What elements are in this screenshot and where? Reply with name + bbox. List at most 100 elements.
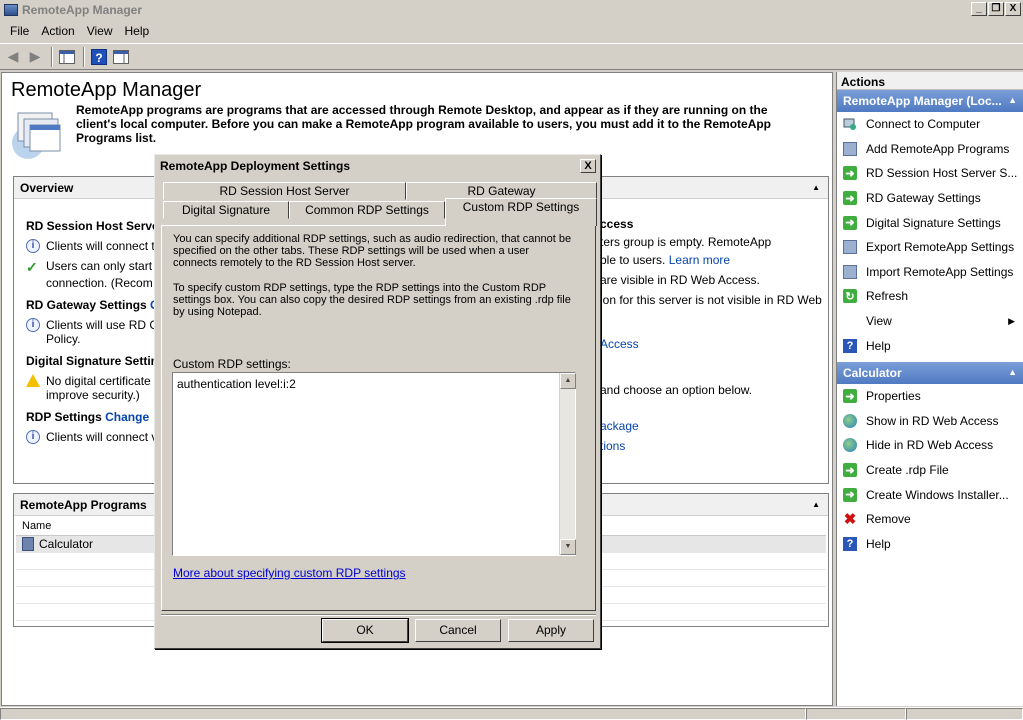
add-program-icon [843, 141, 857, 156]
collapse-icon[interactable]: ▲ [812, 183, 820, 192]
action-remove[interactable]: ✖ Remove [837, 507, 1023, 532]
export-icon [843, 240, 857, 255]
menu-file[interactable]: File [4, 22, 35, 40]
action-hide-in-rd-web-access[interactable]: Hide in RD Web Access [837, 433, 1023, 458]
dialog-title: RemoteApp Deployment Settings [160, 159, 351, 173]
blank-icon [843, 314, 857, 328]
dialog-separator [161, 614, 596, 616]
action-help-calculator[interactable]: ? Help [837, 532, 1023, 557]
status-segment [806, 708, 906, 720]
refresh-icon: ↻ [843, 289, 857, 304]
dialog-close-button[interactable]: X [580, 159, 596, 173]
overview-text: Clients will use RD G [46, 318, 156, 332]
menu-view[interactable]: View [81, 22, 119, 40]
collapse-icon[interactable]: ▲ [812, 500, 820, 509]
action-rd-session-host-settings[interactable]: ➜ RD Session Host Server S... [837, 161, 1023, 186]
overview-text: Users can only start l [46, 259, 156, 273]
ok-button[interactable]: OK [321, 618, 409, 643]
rdp-settings-change-link[interactable]: Change [105, 410, 149, 424]
actions-group-calculator[interactable]: Calculator ▲ [837, 361, 1023, 384]
rdp-settings-title: RDP Settings Change [26, 410, 150, 424]
overview-text: improve security.) [46, 388, 140, 402]
status-bar [0, 707, 1023, 720]
action-digital-signature-settings[interactable]: ➜ Digital Signature Settings [837, 210, 1023, 235]
window-title-bar: RemoteApp Manager _ ❐ X [0, 0, 1023, 19]
action-create-rdp-file[interactable]: ➜ Create .rdp File [837, 458, 1023, 483]
menu-bar: File Action View Help [0, 20, 1023, 42]
help-icon[interactable]: ? [89, 47, 109, 67]
package-link[interactable]: ackage [600, 417, 830, 435]
tab-rd-session-host-server[interactable]: RD Session Host Server [163, 182, 406, 200]
more-about-custom-rdp-link[interactable]: More about specifying custom RDP setting… [173, 566, 406, 580]
tab-common-rdp-settings[interactable]: Common RDP Settings [289, 201, 445, 219]
custom-rdp-instructions: To specify custom RDP settings, type the… [173, 282, 571, 318]
globe-icon [843, 413, 857, 428]
close-button[interactable]: X [1005, 2, 1021, 16]
menu-help[interactable]: Help [119, 22, 156, 40]
checkmark-icon: ✓ [26, 259, 38, 275]
overview-fragment: and choose an option below. [600, 383, 753, 397]
green-arrow-icon: ➜ [843, 389, 857, 404]
action-create-windows-installer[interactable]: ➜ Create Windows Installer... [837, 482, 1023, 507]
action-view[interactable]: View ▶ [837, 309, 1023, 334]
tab-digital-signature[interactable]: Digital Signature [163, 201, 289, 219]
action-add-remoteapp-programs[interactable]: Add RemoteApp Programs [837, 137, 1023, 162]
actions-pane: Actions RemoteApp Manager (Loc... ▲ Conne… [836, 72, 1023, 706]
overview-fragment: are visible in RD Web Access. [600, 273, 760, 287]
remove-icon: ✖ [843, 511, 857, 529]
overview-fragment: ters group is empty. RemoteApp [600, 235, 772, 249]
action-help[interactable]: ? Help [837, 333, 1023, 358]
custom-rdp-description: You can specify additional RDP settings,… [173, 233, 572, 269]
forward-icon[interactable]: ▶ [25, 47, 45, 67]
overview-fragment: ion for this server is not visible in RD… [600, 293, 822, 307]
app-icon [4, 3, 18, 16]
warning-icon [26, 374, 40, 387]
rd-web-access-link[interactable]: Access [600, 335, 830, 353]
learn-more-link[interactable]: Learn more [669, 253, 730, 267]
tab-custom-rdp-settings[interactable]: Custom RDP Settings [445, 198, 597, 226]
cancel-button[interactable]: Cancel [415, 619, 501, 642]
back-icon[interactable]: ◀ [3, 47, 23, 67]
overview-fragment: ble to users. [600, 253, 666, 267]
textarea-scrollbar[interactable]: ▲ ▼ [559, 373, 576, 555]
custom-rdp-field-label: Custom RDP settings: [173, 357, 291, 371]
action-export-settings[interactable]: Export RemoteApp Settings [837, 235, 1023, 260]
scroll-down-icon[interactable]: ▼ [560, 539, 576, 555]
action-refresh[interactable]: ↻ Refresh [837, 284, 1023, 309]
options-link[interactable]: tions [600, 437, 830, 455]
action-properties[interactable]: ➜ Properties [837, 384, 1023, 409]
actions-group-remoteapp-manager[interactable]: RemoteApp Manager (Loc... ▲ [837, 90, 1023, 112]
green-arrow-icon: ➜ [843, 487, 857, 502]
show-hide-tree-icon[interactable] [57, 47, 77, 67]
help-icon: ? [843, 536, 857, 551]
menu-action[interactable]: Action [35, 22, 80, 40]
rd-gateway-title: RD Gateway Settings C [26, 298, 156, 312]
apply-button[interactable]: Apply [508, 619, 594, 642]
intro-text: RemoteApp programs are programs that are… [76, 103, 772, 145]
info-icon: i [26, 318, 40, 332]
green-arrow-icon: ➜ [843, 215, 857, 230]
overview-text: connection. (Recom [46, 276, 153, 290]
connect-computer-icon [843, 117, 857, 131]
scroll-up-icon[interactable]: ▲ [560, 373, 576, 389]
overview-fragment: ccess [600, 217, 634, 231]
collapse-icon[interactable]: ▲ [1008, 367, 1017, 377]
show-hide-action-pane-icon[interactable] [111, 47, 131, 67]
page-title: RemoteApp Manager [11, 79, 202, 101]
custom-rdp-tab-content: You can specify additional RDP settings,… [161, 225, 596, 611]
restore-button[interactable]: ❐ [988, 2, 1004, 16]
green-arrow-icon: ➜ [843, 166, 857, 181]
toolbar-separator [51, 46, 53, 67]
action-connect-to-computer[interactable]: Connect to Computer [837, 112, 1023, 137]
action-rd-gateway-settings[interactable]: ➜ RD Gateway Settings [837, 186, 1023, 211]
minimize-button[interactable]: _ [971, 2, 987, 16]
toolbar-separator [83, 46, 85, 67]
action-import-settings[interactable]: Import RemoteApp Settings [837, 260, 1023, 285]
action-show-in-rd-web-access[interactable]: Show in RD Web Access [837, 409, 1023, 434]
status-segment [906, 708, 1023, 720]
rd-session-host-title: RD Session Host Server [26, 219, 156, 233]
globe-icon [843, 438, 857, 453]
dialog-title-bar: RemoteApp Deployment Settings X [155, 155, 600, 177]
custom-rdp-settings-textarea[interactable]: authentication level:i:2 ▲ ▼ [172, 372, 576, 556]
collapse-icon[interactable]: ▲ [1008, 95, 1017, 105]
